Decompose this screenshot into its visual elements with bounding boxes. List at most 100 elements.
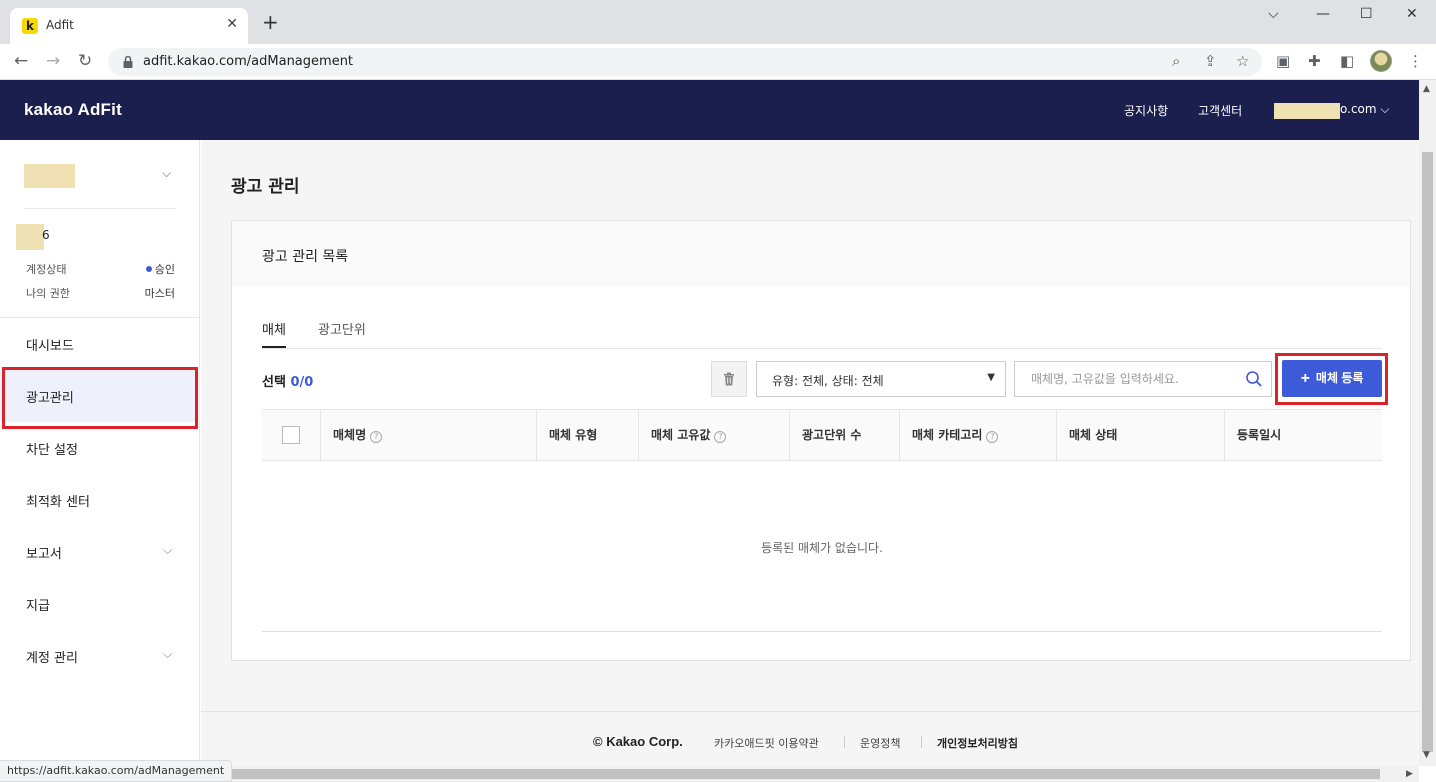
search-icon[interactable] bbox=[1245, 370, 1263, 388]
role-value: 마스터 bbox=[144, 287, 175, 300]
select-all-cell bbox=[262, 410, 320, 460]
account-email-menu[interactable]: o.com ⌵ bbox=[1340, 102, 1390, 117]
chevron-down-icon: ⌵ bbox=[163, 647, 173, 661]
lock-icon bbox=[123, 55, 133, 68]
scroll-right-icon[interactable]: ▶ bbox=[1406, 769, 1413, 779]
column-media-category: 매체 카테고리? bbox=[899, 410, 1056, 460]
profile-avatar[interactable] bbox=[1370, 50, 1392, 72]
account-status-value: 승인 bbox=[145, 261, 175, 277]
search-field bbox=[1014, 361, 1272, 397]
page-title: 광고 관리 bbox=[231, 177, 300, 197]
sidebar-item-label: 차단 설정 bbox=[26, 443, 78, 458]
help-icon[interactable]: ? bbox=[986, 431, 999, 443]
account-number: 6 bbox=[42, 228, 50, 242]
back-arrow-icon[interactable]: ← bbox=[14, 51, 28, 71]
address-bar[interactable]: adfit.kakao.com/adManagement ⌕ ⇪ ☆ bbox=[108, 48, 1262, 76]
vertical-scrollbar[interactable]: ▲ ▼ bbox=[1419, 80, 1436, 766]
tab-search-chevron-icon[interactable]: ⌵ bbox=[1268, 6, 1279, 22]
tab-title: Adfit bbox=[46, 18, 74, 32]
selection-count: 선택 0/0 bbox=[262, 375, 314, 390]
sidebar-item-payment[interactable]: 지급 bbox=[0, 578, 200, 630]
zoom-search-icon[interactable]: ⌕ bbox=[1172, 52, 1180, 70]
tab-ad-unit[interactable]: 광고단위 bbox=[318, 319, 366, 346]
support-link[interactable]: 고객센터 bbox=[1198, 102, 1242, 119]
search-input[interactable] bbox=[1015, 362, 1235, 396]
empty-table-message: 등록된 매체가 없습니다. bbox=[761, 541, 883, 555]
bookmark-star-icon[interactable]: ☆ bbox=[1236, 52, 1249, 70]
column-media-name: 매체명? bbox=[320, 410, 536, 460]
sidebar-item-optimization-center[interactable]: 최적화 센터 bbox=[0, 474, 200, 526]
side-panel-icon[interactable]: ◧ bbox=[1340, 52, 1354, 70]
sidebar-item-dashboard[interactable]: 대시보드 bbox=[0, 318, 200, 370]
footer-separator bbox=[844, 736, 845, 748]
sidebar-item-label: 계정 관리 bbox=[26, 651, 78, 666]
browser-toolbar: ← → ↻ adfit.kakao.com/adManagement ⌕ ⇪ ☆… bbox=[0, 44, 1436, 80]
divider bbox=[24, 208, 176, 209]
sidebar: ⌵ 6 계정상태 승인 나의 권한 마스터 대시보드 광고관리 차단 설정 최적… bbox=[0, 140, 200, 766]
new-tab-button[interactable]: + bbox=[262, 12, 279, 32]
browser-menu-icon[interactable]: ⋮ bbox=[1408, 52, 1423, 70]
account-status-label: 계정상태 bbox=[26, 263, 67, 276]
sidebar-item-label: 대시보드 bbox=[26, 339, 74, 354]
kakao-favicon-icon: k bbox=[22, 18, 38, 34]
table-bottom-border bbox=[262, 631, 1382, 632]
operation-policy-link[interactable]: 운영정책 bbox=[860, 735, 900, 751]
status-dot-icon bbox=[145, 266, 152, 272]
redacted-account-number bbox=[16, 224, 44, 250]
card-title: 광고 관리 목록 bbox=[262, 249, 349, 265]
help-icon[interactable]: ? bbox=[714, 431, 727, 443]
footer-separator bbox=[921, 736, 922, 748]
horizontal-scroll-thumb[interactable] bbox=[225, 769, 1380, 779]
footer: © Kakao Corp. 카카오애드핏 이용약관 운영정책 개인정보처리방침 bbox=[201, 711, 1419, 766]
redacted-email bbox=[1274, 103, 1340, 119]
card-header: 광고 관리 목록 bbox=[232, 221, 1410, 287]
privacy-policy-link[interactable]: 개인정보처리방침 bbox=[937, 735, 1018, 751]
maximize-icon[interactable]: ☐ bbox=[1360, 6, 1373, 22]
notice-link[interactable]: 공지사항 bbox=[1124, 102, 1168, 119]
minimize-icon[interactable]: — bbox=[1316, 6, 1330, 22]
close-tab-icon[interactable]: ✕ bbox=[226, 16, 238, 32]
sidebar-item-label: 보고서 bbox=[26, 547, 62, 562]
column-media-type: 매체 유형 bbox=[536, 410, 638, 460]
sidebar-item-account-management[interactable]: 계정 관리 ⌵ bbox=[0, 630, 200, 682]
filter-select-value: 유형: 전체, 상태: 전체 bbox=[772, 374, 884, 388]
scroll-down-icon[interactable]: ▼ bbox=[1423, 750, 1430, 760]
column-ad-unit-count: 광고단위 수 bbox=[789, 410, 899, 460]
kakao-adfit-logo[interactable]: kakao AdFit bbox=[24, 100, 122, 120]
extensions-puzzle-icon[interactable]: ✚ bbox=[1308, 52, 1321, 70]
media-control-icon[interactable]: ▣ bbox=[1276, 52, 1290, 70]
role-label: 나의 권한 bbox=[26, 287, 70, 300]
column-registered-at: 등록일시 bbox=[1224, 410, 1382, 460]
redacted-account-name bbox=[24, 164, 75, 188]
select-all-checkbox[interactable] bbox=[282, 426, 300, 444]
window-close-icon[interactable]: ✕ bbox=[1406, 6, 1418, 22]
account-switch-chevron-icon[interactable]: ⌵ bbox=[162, 166, 171, 181]
vertical-scroll-thumb[interactable] bbox=[1422, 152, 1433, 752]
scroll-up-icon[interactable]: ▲ bbox=[1423, 84, 1430, 94]
highlight-box-ad-management bbox=[2, 367, 198, 429]
main-content: 광고 관리 광고 관리 목록 매체 광고단위 선택 0/0 유형: 전체, 상태… bbox=[201, 140, 1419, 766]
link-status-bar: https://adfit.kakao.com/adManagement bbox=[0, 760, 233, 782]
type-status-filter-select[interactable]: 유형: 전체, 상태: 전체 ▼ bbox=[756, 361, 1006, 397]
table-header: 매체명? 매체 유형 매체 고유값? 광고단위 수 매체 카테고리? 매체 상태… bbox=[262, 409, 1382, 461]
forward-arrow-icon[interactable]: → bbox=[46, 51, 60, 71]
browser-tabstrip: k Adfit ✕ + ⌵ — ☐ ✕ bbox=[0, 0, 1436, 44]
chevron-down-icon: ⌵ bbox=[163, 543, 173, 557]
terms-link[interactable]: 카카오애드핏 이용약관 bbox=[714, 735, 819, 751]
reload-icon[interactable]: ↻ bbox=[78, 51, 92, 71]
sidebar-item-reports[interactable]: 보고서 ⌵ bbox=[0, 526, 200, 578]
sub-tabs: 매체 광고단위 bbox=[262, 319, 1382, 349]
trash-icon bbox=[724, 372, 734, 386]
sidebar-item-block-settings[interactable]: 차단 설정 bbox=[0, 422, 200, 474]
ad-management-card: 광고 관리 목록 매체 광고단위 선택 0/0 유형: 전체, 상태: 전체 ▼ bbox=[231, 220, 1411, 661]
delete-button[interactable] bbox=[711, 361, 747, 397]
share-icon[interactable]: ⇪ bbox=[1204, 52, 1217, 70]
sidebar-item-label: 지급 bbox=[26, 599, 50, 614]
url-text: adfit.kakao.com/adManagement bbox=[143, 54, 354, 69]
tab-media[interactable]: 매체 bbox=[262, 319, 286, 348]
browser-tab[interactable]: k Adfit ✕ bbox=[10, 8, 248, 44]
sidebar-item-label: 최적화 센터 bbox=[26, 495, 90, 510]
copyright: © Kakao Corp. bbox=[593, 734, 683, 749]
register-media-button[interactable]: + 매체 등록 bbox=[1282, 360, 1382, 397]
help-icon[interactable]: ? bbox=[370, 431, 383, 443]
